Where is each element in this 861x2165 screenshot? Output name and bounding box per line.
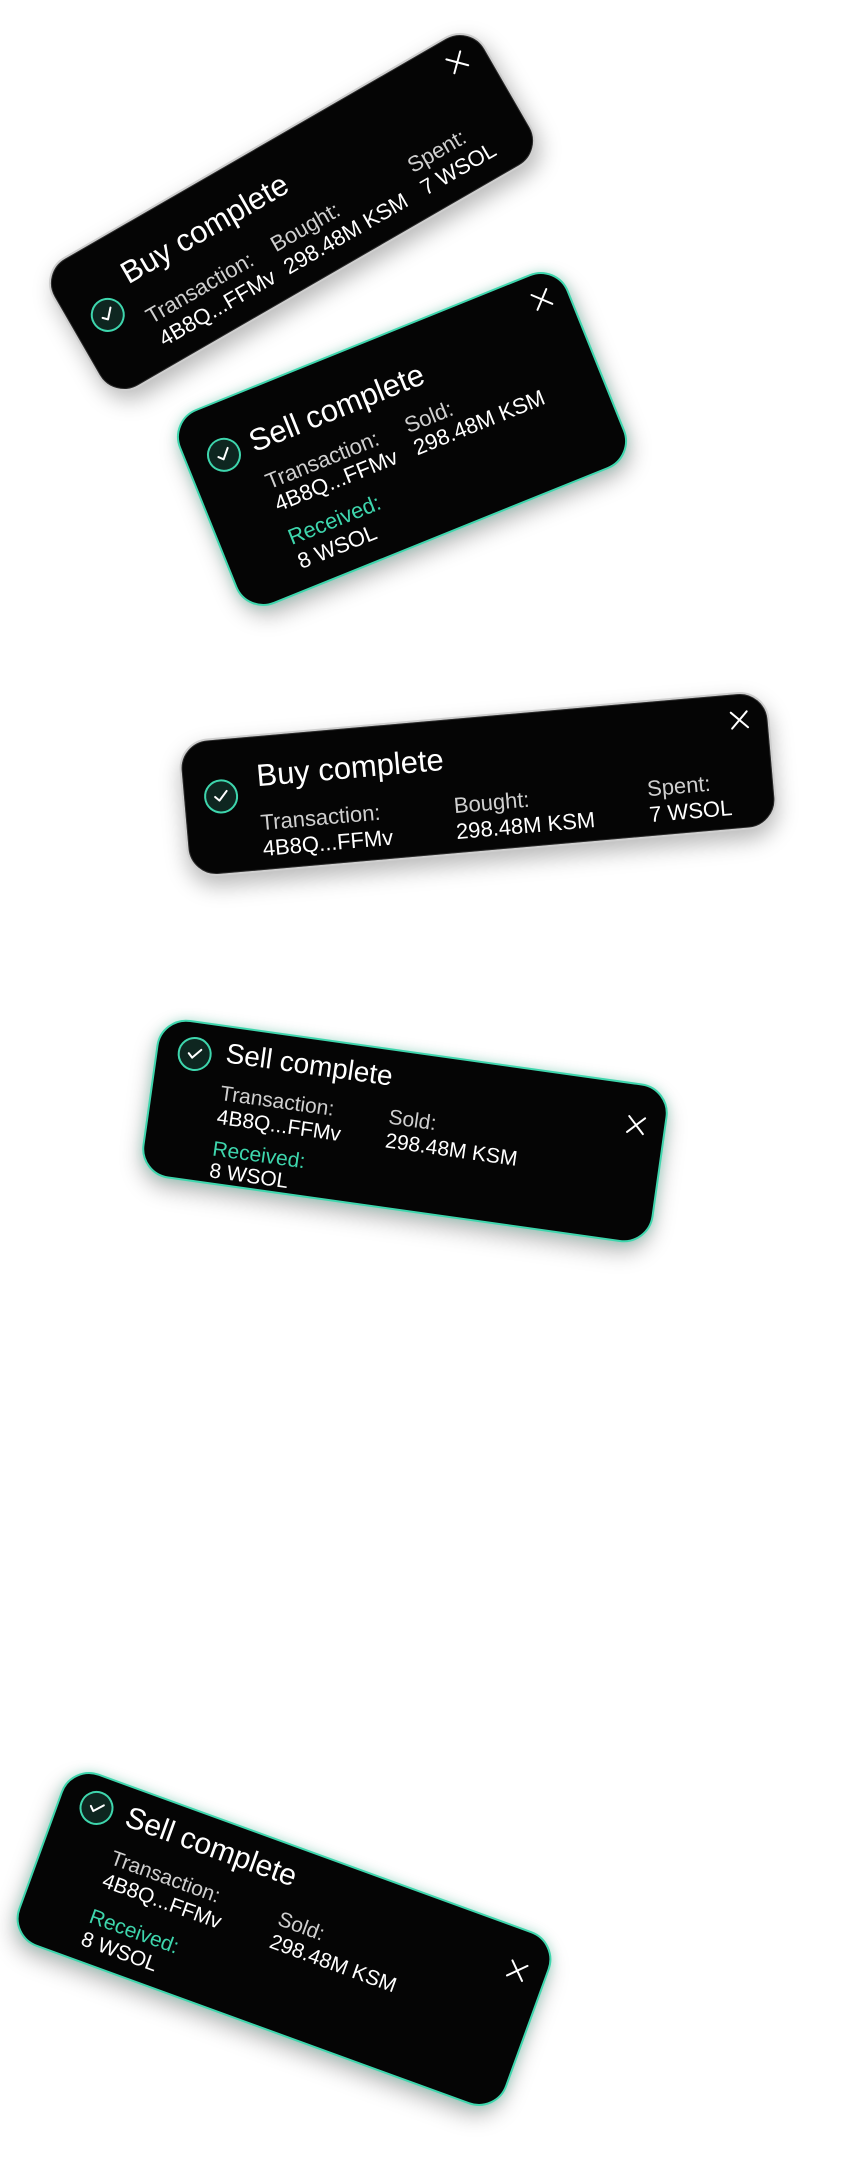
close-icon[interactable] bbox=[623, 1112, 650, 1139]
sold-value: 298.48M KSM bbox=[266, 1930, 400, 1998]
sell-complete-toast: Sell complete Transaction: 4B8Q...FFMv S… bbox=[8, 1763, 560, 2115]
toast-title: Sell complete bbox=[223, 1037, 395, 1092]
close-icon[interactable] bbox=[441, 46, 474, 79]
spent-label: Spent: bbox=[645, 770, 712, 802]
check-circle-icon bbox=[202, 778, 240, 815]
close-icon[interactable] bbox=[526, 284, 557, 315]
spent-value: 7 WSOL bbox=[648, 794, 734, 828]
check-circle-icon bbox=[74, 1786, 119, 1830]
close-icon[interactable] bbox=[502, 1955, 533, 1986]
check-circle-icon bbox=[175, 1034, 214, 1074]
sold-value: 298.48M KSM bbox=[383, 1129, 519, 1171]
toast-title: Buy complete bbox=[254, 741, 446, 794]
check-circle-icon bbox=[84, 291, 131, 339]
check-circle-icon bbox=[201, 432, 247, 477]
close-icon[interactable] bbox=[726, 707, 752, 733]
buy-complete-toast: Buy complete Transaction: 4B8Q...FFMv Bo… bbox=[177, 689, 779, 879]
sell-complete-toast: Sell complete Transaction: 4B8Q...FFMv S… bbox=[138, 1015, 672, 1247]
